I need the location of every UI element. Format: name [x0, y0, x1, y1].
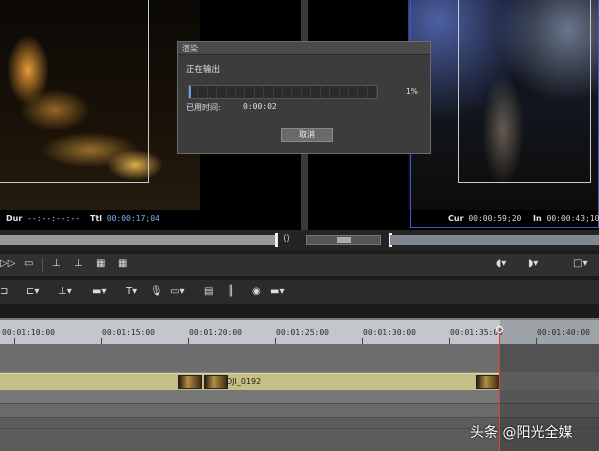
trim-icon[interactable]: ▦ — [118, 259, 127, 269]
progress-percent: 1% — [406, 87, 418, 96]
elapsed-label: 已用时间: — [186, 103, 221, 112]
mark-out-icon[interactable]: ◗▾ — [528, 259, 538, 269]
scrub-bar[interactable]: ⟨⟩ — [0, 230, 599, 250]
mixer-icon[interactable]: ║ — [228, 287, 234, 297]
safe-area-frame — [0, 0, 149, 183]
insert-icon[interactable]: ⊥ — [74, 259, 83, 269]
progress-fill — [189, 86, 191, 98]
program-in-point: In 00:00:43;10 — [533, 214, 599, 223]
sync-link-icon[interactable]: ⟨⟩ — [283, 234, 290, 244]
mark-in-icon[interactable]: ◖▾ — [496, 259, 506, 269]
clip-thumbnail — [178, 375, 202, 389]
ruler-label: 00:01:30:00 — [363, 328, 416, 337]
add-clip-icon[interactable]: ▦ — [96, 259, 105, 269]
source-total: Ttl 00:00:17;04 — [90, 214, 160, 223]
ruler-label: 00:01:15:00 — [102, 328, 155, 337]
source-duration: Dur --:--:--:-- — [6, 214, 81, 223]
text-icon[interactable]: T▾ — [126, 287, 137, 297]
edit-toolbar: ⊐ ⊏▾ ⊥▾ ▬▾ T▾ 🎙 ▭▾ ▤ ║ ◉ ▬▾ — [0, 280, 599, 304]
render-menu-icon[interactable]: ▬▾ — [270, 287, 284, 297]
timeline-ruler[interactable]: 00:01:10:00 00:01:15:00 00:01:20:00 00:0… — [0, 318, 599, 344]
display-icon[interactable]: ▭ — [24, 259, 33, 269]
track-menu-icon[interactable]: ▭▾ — [170, 287, 184, 297]
jog-slider[interactable] — [306, 235, 381, 245]
transport-toolbar: ▷▷ ▭ ⊥ ⊥ ▦ ▦ ◖▾ ◗▾ □▾ — [0, 254, 599, 276]
undo-icon[interactable]: ⊏▾ — [26, 287, 39, 297]
split-icon[interactable]: ⊥▾ — [58, 287, 72, 297]
render-progress-bar — [188, 85, 378, 99]
jog-knob[interactable] — [337, 237, 351, 243]
watermark: 头条 @阳光全媒 — [470, 425, 573, 441]
render-status: 正在输出 — [186, 65, 221, 75]
playhead-handle[interactable] — [496, 326, 503, 333]
source-scrub-lane[interactable] — [0, 235, 276, 245]
cut-icon[interactable]: ⊐ — [0, 287, 8, 297]
safe-area-frame — [458, 0, 591, 183]
source-position-marker[interactable] — [275, 233, 278, 247]
safe-area-icon[interactable]: □▾ — [573, 259, 587, 269]
elapsed-value: 0:00:02 — [243, 102, 277, 111]
ruler-label: 00:01:20:00 — [189, 328, 242, 337]
microphone-icon[interactable]: 🎙 — [150, 287, 163, 297]
grid-icon[interactable]: ▤ — [204, 287, 213, 297]
ripple-icon[interactable]: ▬▾ — [92, 287, 106, 297]
cancel-button[interactable]: 取消 — [281, 128, 333, 142]
program-scrub-lane[interactable] — [390, 235, 599, 245]
ruler-label: 00:01:25:00 — [276, 328, 329, 337]
clip-thumbnail — [204, 375, 228, 389]
clip-name: DJI_0192 — [226, 377, 262, 386]
dialog-title[interactable]: 渲染 — [178, 42, 430, 55]
program-current-time: Cur 00:00:59;20 — [448, 214, 522, 223]
overwrite-icon[interactable]: ⊥ — [52, 259, 61, 269]
render-dialog: 渲染 正在输出 1% 已用时间: 0:00:02 取消 — [177, 41, 431, 154]
ruler-label: 00:01:10:00 — [2, 328, 55, 337]
fast-forward-icon[interactable]: ▷▷ — [0, 259, 15, 269]
record-icon[interactable]: ◉ — [252, 287, 261, 297]
ruler-label: 00:01:40:00 — [537, 328, 590, 337]
clip-thumbnail — [476, 375, 500, 389]
video-clip[interactable]: DJI_0192 — [0, 373, 500, 390]
